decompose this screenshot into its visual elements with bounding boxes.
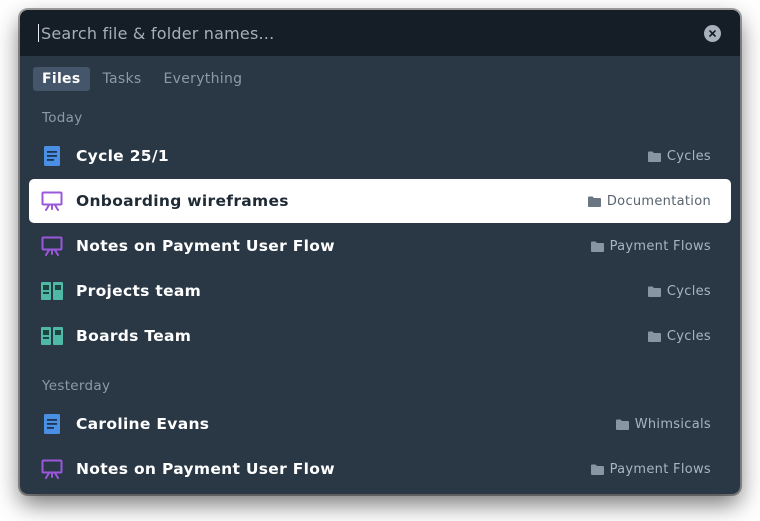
list-item[interactable]: Projects team Cycles	[29, 269, 731, 313]
folder-icon	[647, 286, 661, 297]
folder-name: Cycles	[666, 283, 711, 299]
list-item[interactable]: Notes on Payment User Flow Payment Flows	[29, 447, 731, 491]
folder-name: Whimsicals	[634, 416, 711, 432]
folder-icon	[590, 241, 604, 252]
folder-name: Payment Flows	[609, 461, 711, 477]
item-title: Boards Team	[76, 327, 192, 345]
whiteboard-icon	[41, 190, 63, 212]
list-item[interactable]: Boards Team Cycles	[29, 314, 731, 358]
document-icon	[41, 145, 63, 167]
search-bar	[20, 10, 740, 56]
folder-name: Cycles	[666, 148, 711, 164]
item-title: Cycle 25/1	[76, 147, 169, 165]
board-icon	[41, 280, 63, 302]
list-item[interactable]: Onboarding wireframes Documentation	[29, 179, 731, 223]
clear-search-button[interactable]	[704, 25, 721, 42]
list-item[interactable]: Notes on Payment User Flow Payment Flows	[29, 224, 731, 268]
folder-icon	[587, 196, 601, 207]
tab-tasks[interactable]: Tasks	[94, 67, 151, 91]
section-label-yesterday: Yesterday	[42, 378, 111, 394]
folder-name: Cycles	[666, 328, 711, 344]
item-folder: Cycles	[647, 328, 711, 344]
text-caret	[38, 24, 39, 42]
tab-everything[interactable]: Everything	[155, 67, 252, 91]
item-title: Projects team	[76, 282, 202, 300]
item-folder: Whimsicals	[615, 416, 711, 432]
folder-icon	[615, 419, 629, 430]
folder-icon	[647, 331, 661, 342]
item-title: Notes on Payment User Flow	[76, 460, 335, 478]
folder-name: Payment Flows	[609, 238, 711, 254]
item-folder: Payment Flows	[590, 238, 711, 254]
item-title: Onboarding wireframes	[76, 192, 289, 210]
list-item[interactable]: Caroline Evans Whimsicals	[29, 402, 731, 446]
item-title: Notes on Payment User Flow	[76, 237, 335, 255]
filter-tabs: Files Tasks Everything	[33, 67, 251, 91]
item-folder: Cycles	[647, 283, 711, 299]
whiteboard-icon	[41, 458, 63, 480]
list-item[interactable]: Cycle 25/1 Cycles	[29, 134, 731, 178]
item-title: Caroline Evans	[76, 415, 210, 433]
item-folder: Payment Flows	[590, 461, 711, 477]
whiteboard-icon	[41, 235, 63, 257]
search-input[interactable]	[41, 23, 641, 43]
item-folder: Cycles	[647, 148, 711, 164]
folder-icon	[590, 464, 604, 475]
tab-files[interactable]: Files	[33, 67, 90, 91]
item-folder: Documentation	[587, 193, 711, 209]
folder-icon	[647, 151, 661, 162]
quick-search-dialog: Files Tasks Everything Today Cycle 25/1 …	[20, 10, 740, 494]
close-icon	[709, 30, 716, 37]
folder-name: Documentation	[606, 193, 711, 209]
document-icon	[41, 413, 63, 435]
board-icon	[41, 325, 63, 347]
section-label-today: Today	[42, 110, 83, 126]
